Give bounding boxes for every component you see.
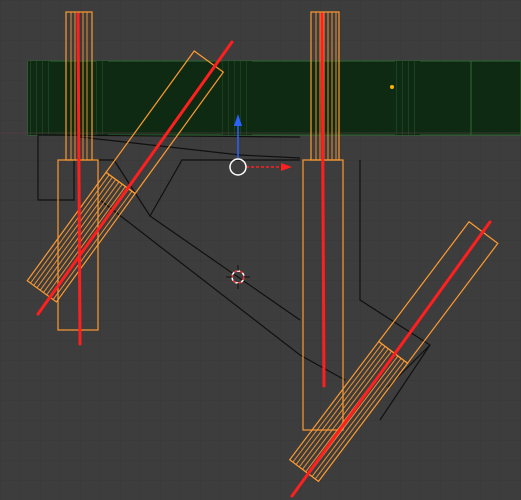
3d-viewport[interactable]	[0, 0, 521, 500]
red-line-left-vertical	[76, 12, 82, 346]
red-line-right-vertical	[320, 12, 326, 388]
pivot-origin-icon	[390, 85, 394, 89]
viewport-canvas[interactable]	[0, 0, 521, 500]
